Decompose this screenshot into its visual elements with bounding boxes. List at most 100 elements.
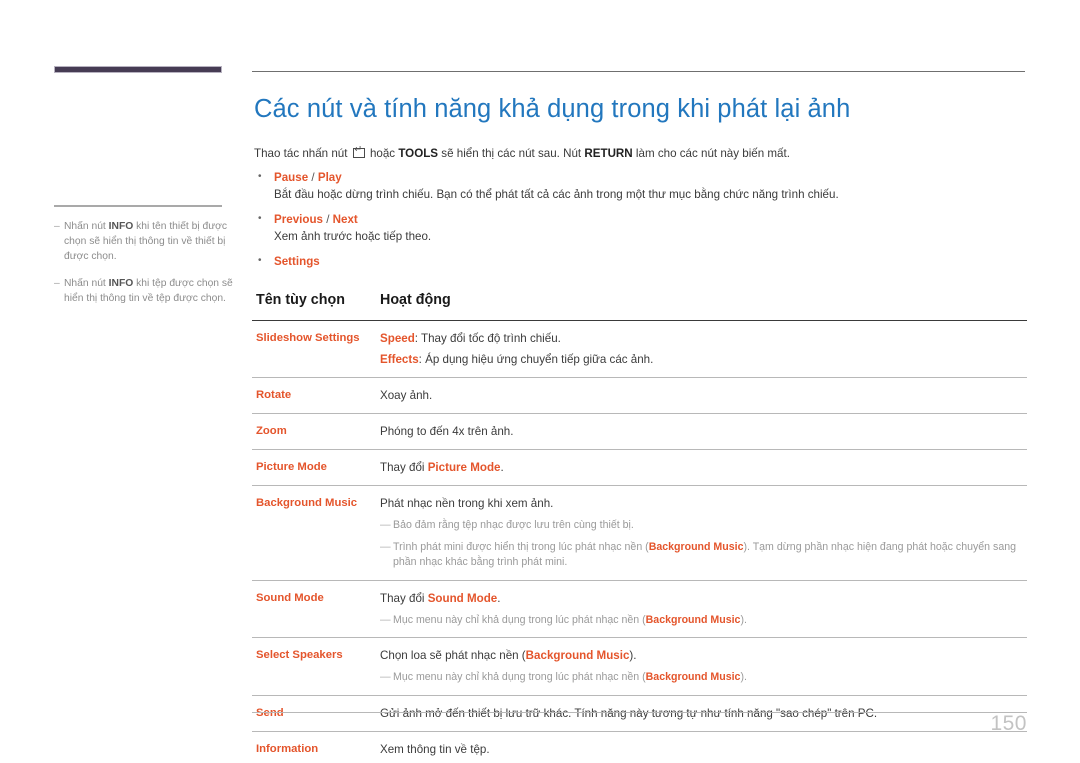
table-cell-option-name: Zoom [256,425,287,437]
operation-line: Xoay ảnh. [380,389,433,402]
operation-keyword: Sound Mode [427,591,498,605]
button-name-separator: / [322,213,333,226]
intro-text-after-icon: hoặc [369,147,396,160]
operation-subnote: — Mục menu này chỉ khả dụng trong lúc phá… [380,613,1027,629]
button-list-item-label: Previous / Next [256,211,1027,228]
operation-subnote: — Mục menu này chỉ khả dụng trong lúc phá… [380,670,1027,686]
table-row: Information Xem thông tin về tệp. [252,731,1027,763]
sidebar-note-dash: – [54,278,60,289]
table-cell-option-name: Rotate [256,389,292,401]
operation-line: Gửi ảnh mở đến thiết bị lưu trữ khác. Tí… [380,706,878,720]
table-cell-option-name: Picture Mode [256,461,327,473]
subnote-keyword: Background Music [645,671,741,683]
intro-text-middle: sẽ hiển thị các nút sau. Nút [441,147,582,160]
sidebar-note: – Nhấn nút INFO khi tệp được chọn sẽ hiển… [54,276,236,306]
table-cell-operation: Xoay ảnh. [376,378,1027,414]
button-list-item-description: Bắt đầu hoặc dừng trình chiếu. Bạn có th… [274,188,839,201]
table-row: Slideshow Settings Speed: Thay đổi tốc độ… [252,321,1027,378]
header-chapter-block [54,66,222,73]
table-row: Sound Mode Thay đổi Sound Mode. — Mục menu … [252,580,1027,638]
button-name-secondary: Next [332,213,358,226]
table-cell-option-name: Background Music [256,497,358,509]
button-name-secondary: Play [317,171,342,184]
info-key-label: INFO [108,278,134,289]
table-cell-operation: Thay đổi Picture Mode. [376,450,1027,486]
intro-paragraph: Thao tác nhấn nút hoặc TOOLS sẽ hiển thị… [254,145,1027,162]
operation-subnote: — Trình phát mini được hiển thị trong lúc… [380,540,1027,571]
subnote-text: Mục menu này chỉ khả dụng trong lúc phát… [393,613,747,626]
sidebar-note-text: Nhấn nút INFO khi tệp được chọn sẽ hiển … [64,278,233,304]
operation-line: Phóng to đến 4x trên ảnh. [380,425,514,438]
button-name-separator: / [308,171,318,184]
button-list-item: Settings [256,253,1027,270]
button-list: Pause / Play Bắt đầu hoặc dừng trình chiế… [256,169,1027,270]
header-rule [252,71,1025,72]
tools-key-label: TOOLS [398,147,439,160]
table-cell-operation: Thay đổi Sound Mode. — Mục menu này chỉ kh… [376,580,1027,638]
operation-line: Thay đổi Sound Mode. [380,591,501,605]
table-cell-operation: Xem thông tin về tệp. [376,731,1027,763]
operation-line: Speed: Thay đổi tốc độ trình chiếu. [380,332,561,345]
operation-keyword: Picture Mode [427,461,501,474]
table-row: Send Gửi ảnh mở đến thiết bị lưu trữ khác… [252,695,1027,731]
page-number: 150 [990,712,1027,735]
footer-rule [252,712,1027,713]
sidebar-divider [54,205,222,207]
subnote-text: Bảo đảm rằng tệp nhạc được lưu trên cùng… [393,519,634,531]
table-row: Picture Mode Thay đổi Picture Mode. [252,450,1027,486]
table-cell-option-name: Information [256,742,319,755]
button-list-item: Previous / Next Xem ảnh trước hoặc tiếp t… [256,211,1027,245]
table-body: Slideshow Settings Speed: Thay đổi tốc độ… [252,321,1027,763]
subnote-keyword: Background Music [648,540,744,553]
table-row: Select Speakers Chọn loa sẽ phát nhạc nền… [252,638,1027,696]
button-name-primary: Pause [274,171,309,184]
operation-keyword: Background Music [525,649,630,662]
sidebar-note: – Nhấn nút INFO khi tên thiết bị được chọ… [54,219,236,264]
table-cell-operation: Phóng to đến 4x trên ảnh. [376,414,1027,450]
main-content: Các nút và tính năng khả dụng trong khi … [252,94,1027,763]
table-cell-option-name: Sound Mode [256,591,324,604]
operation-line: Xem thông tin về tệp. [380,742,490,756]
intro-text-before: Thao tác nhấn nút [254,147,348,160]
info-key-label: INFO [108,221,134,232]
button-list-item: Pause / Play Bắt đầu hoặc dừng trình chiế… [256,169,1027,203]
intro-text-end: làm cho các nút này biến mất. [635,147,790,160]
button-list-item-label: Pause / Play [256,169,1027,186]
sidebar-note-dash: – [54,221,60,232]
operation-keyword: Speed [380,332,415,345]
enter-key-icon [352,145,365,158]
options-table: Tên tùy chọn Hoạt động Slideshow Setting… [252,292,1027,763]
button-name-primary: Settings [274,255,320,268]
table-cell-option-name: Slideshow Settings [256,332,360,344]
table-row: Zoom Phóng to đến 4x trên ảnh. [252,414,1027,450]
operation-keyword: Effects [380,353,419,366]
subnote-dash: — [380,540,391,553]
return-key-label: RETURN [584,147,633,160]
table-row: Rotate Xoay ảnh. [252,378,1027,414]
button-name-primary: Previous [274,213,323,226]
page-title: Các nút và tính năng khả dụng trong khi … [254,95,851,123]
table-cell-operation: Gửi ảnh mở đến thiết bị lưu trữ khác. Tí… [376,695,1027,731]
operation-subnote: — Bảo đảm rằng tệp nhạc được lưu trên cùn… [380,518,1027,534]
subnote-text: Trình phát mini được hiển thị trong lúc … [393,540,1016,569]
document-page: – Nhấn nút INFO khi tên thiết bị được chọ… [0,0,1080,763]
column-header-option-name: Tên tùy chọn [256,292,345,308]
table-cell-option-name: Select Speakers [256,649,343,661]
operation-line: Chọn loa sẽ phát nhạc nền (Background Mu… [380,649,637,662]
subnote-keyword: Background Music [645,613,741,626]
subnote-dash: — [380,671,391,683]
subnote-dash: — [380,613,391,626]
table-head: Tên tùy chọn Hoạt động [252,292,1027,321]
subnote-text: Mục menu này chỉ khả dụng trong lúc phát… [393,671,747,683]
column-header-operation: Hoạt động [380,292,451,308]
operation-line: Phát nhạc nền trong khi xem ảnh. [380,497,554,510]
table-header-row: Tên tùy chọn Hoạt động [252,292,1027,321]
table-cell-option-name: Send [256,706,284,719]
button-list-item-label: Settings [256,253,1027,270]
subnote-dash: — [380,519,391,531]
operation-line: Thay đổi Picture Mode. [380,461,504,474]
button-list-item-description: Xem ảnh trước hoặc tiếp theo. [274,230,432,243]
sidebar-notes: – Nhấn nút INFO khi tên thiết bị được chọ… [54,205,236,318]
sidebar-note-text: Nhấn nút INFO khi tên thiết bị được chọn… [64,221,228,262]
table-cell-operation: Chọn loa sẽ phát nhạc nền (Background Mu… [376,638,1027,696]
